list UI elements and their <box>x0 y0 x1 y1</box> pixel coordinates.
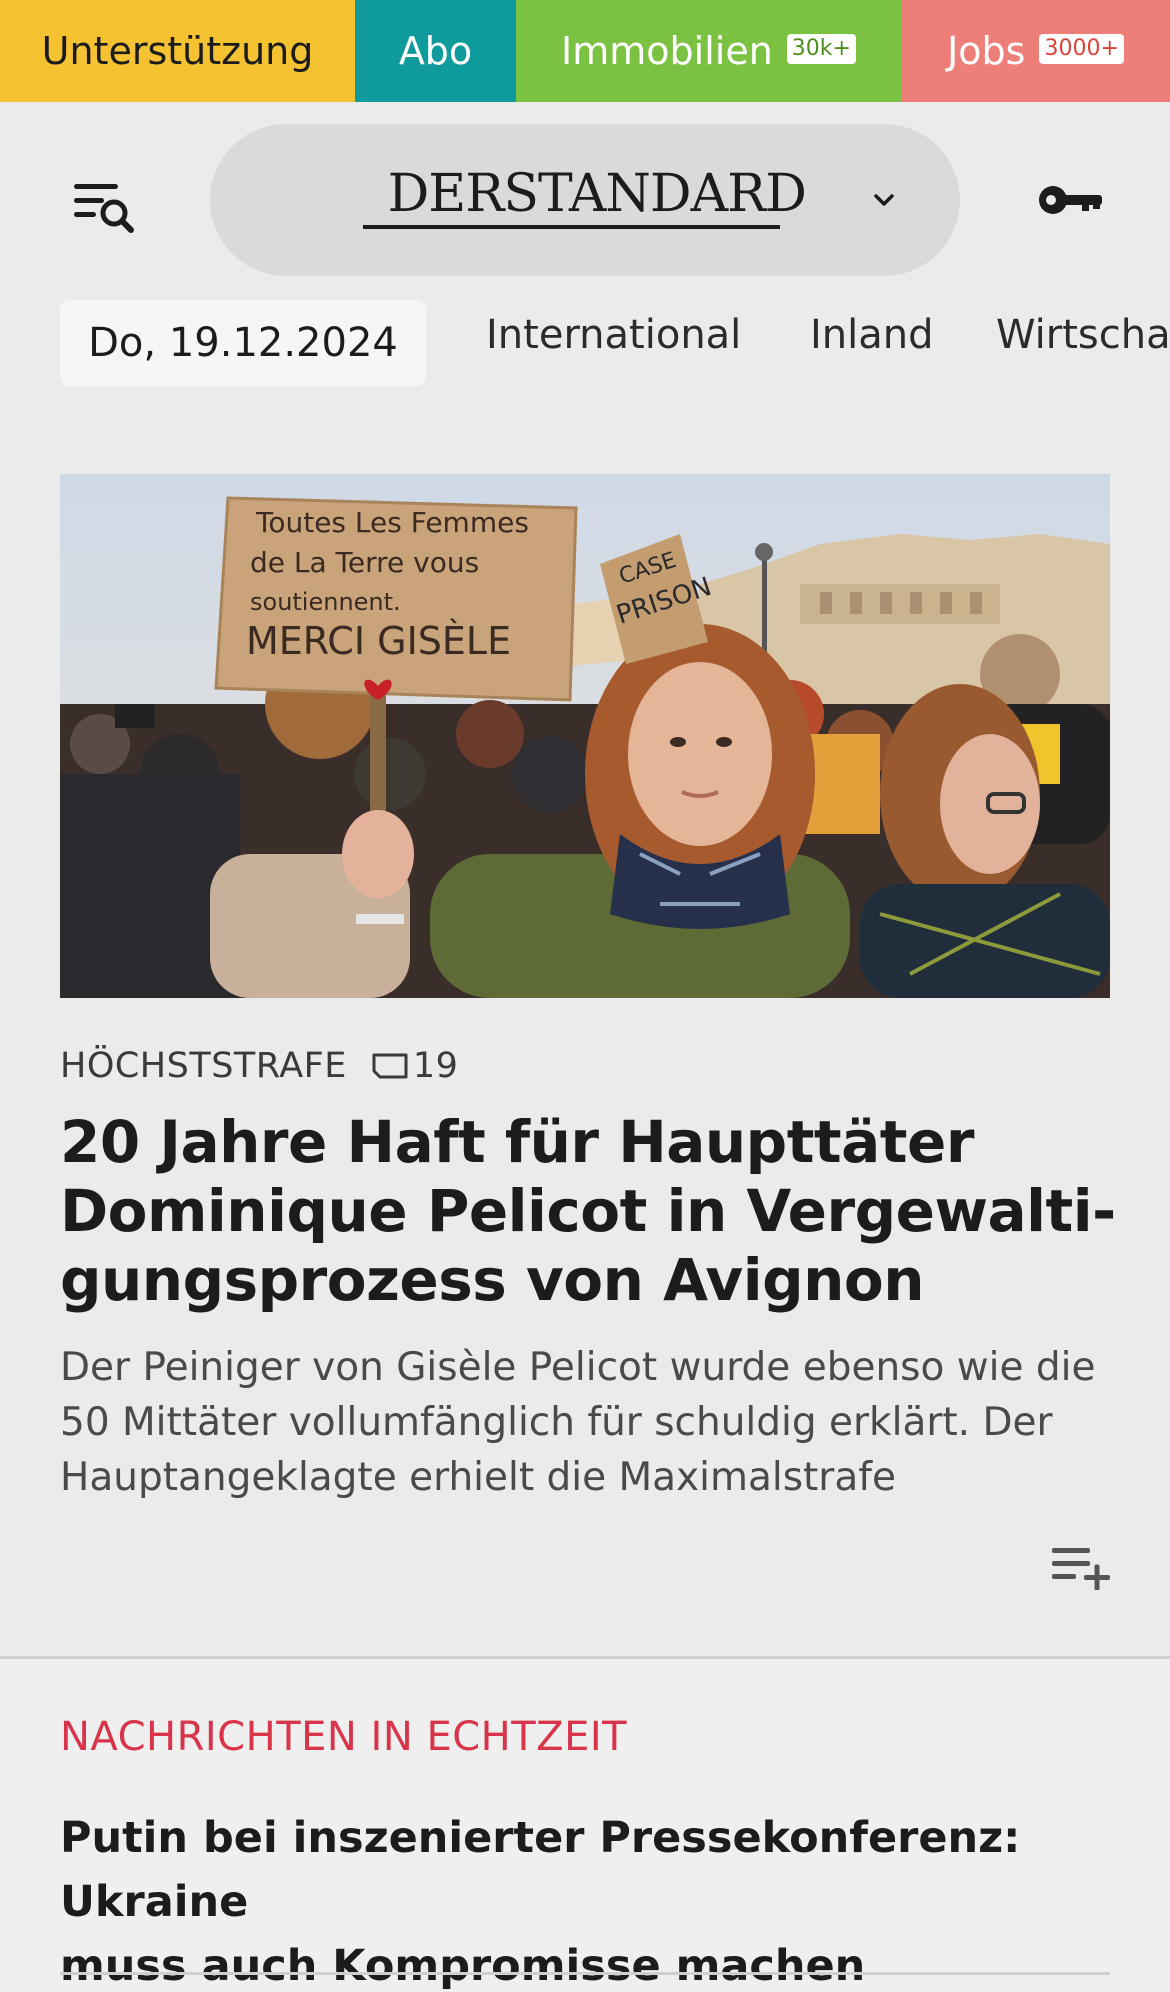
list-divider <box>60 1972 1110 1975</box>
nav-item-wirtschaft[interactable]: Wirtscha <box>996 312 1170 358</box>
sign-line-2: de La Terre vous <box>250 546 479 579</box>
menu-search-icon <box>74 184 134 233</box>
article-headline[interactable]: 20 Jahre Haft für Haupttäter Dominique P… <box>60 1108 1120 1315</box>
headline-line: Dominique Pelicot in Vergewalti- <box>60 1177 1116 1245</box>
jobs-count-badge: 3000+ <box>1039 34 1124 64</box>
article-teaser[interactable]: Der Peiniger von Gisèle Pelicot wurde eb… <box>60 1340 1120 1505</box>
immobilien-link[interactable]: Immobilien 30k+ <box>516 0 901 102</box>
nav-item-inland[interactable]: Inland <box>810 312 934 358</box>
headline-line: 20 Jahre Haft für Haupttäter <box>60 1108 974 1176</box>
sign-line-3: soutiennent. <box>250 588 401 616</box>
headline-line: gungsprozess von Avignon <box>60 1246 925 1314</box>
playlist-add-icon <box>1052 1548 1110 1591</box>
article-kicker-row: HÖCHSTSTRAFE 19 <box>60 1044 458 1088</box>
current-date: Do, 19.12.2024 <box>60 300 426 386</box>
comment-icon[interactable] <box>371 1052 409 1080</box>
immobilien-label: Immobilien <box>561 29 773 73</box>
hero-image[interactable]: Toutes Les Femmes de La Terre vous souti… <box>60 474 1110 998</box>
login-button[interactable] <box>1036 178 1106 222</box>
sign-line-4: MERCI GISÈLE <box>246 619 511 663</box>
logo-edition-switcher[interactable]: DERSTANDARD <box>210 124 960 276</box>
site-logo[interactable]: DERSTANDARD <box>210 164 807 224</box>
jobs-label: Jobs <box>947 29 1026 73</box>
teaser-line: Der Peiniger von Gisèle Pelicot wurde eb… <box>60 1345 1096 1390</box>
immobilien-count-badge: 30k+ <box>786 34 856 64</box>
live-news-label[interactable]: NACHRICHTEN IN ECHTZEIT <box>60 1714 627 1760</box>
abo-label: Abo <box>398 29 473 73</box>
nav-item-international[interactable]: International <box>486 312 741 358</box>
comment-count[interactable]: 19 <box>413 1046 459 1086</box>
add-to-reading-list-button[interactable] <box>1050 1544 1112 1591</box>
live-headline-line: muss auch Kompromisse machen <box>60 1941 866 1991</box>
protest-photo: Toutes Les Femmes de La Terre vous souti… <box>60 474 1110 998</box>
live-headline-line: Putin bei inszenierter Pressekonferenz: … <box>60 1813 1021 1927</box>
live-news-headline[interactable]: Putin bei inszenierter Pressekonferenz: … <box>60 1806 1120 1992</box>
teaser-line: Hauptangeklagte erhielt die Maximalstraf… <box>60 1455 896 1500</box>
logo-underline <box>363 225 780 229</box>
chevron-down-icon[interactable] <box>870 186 898 214</box>
sign-line-1: Toutes Les Femmes <box>255 506 529 539</box>
top-bar: Unterstützung Abo Immobilien 30k+ Jobs 3… <box>0 0 1170 102</box>
key-icon <box>1039 186 1102 214</box>
teaser-line: 50 Mittäter vollumfänglich für schuldig … <box>60 1400 1053 1445</box>
article-kicker: HÖCHSTSTRAFE <box>60 1046 347 1086</box>
abo-link[interactable]: Abo <box>355 0 516 102</box>
support-label: Unterstützung <box>41 29 314 73</box>
support-link[interactable]: Unterstützung <box>0 0 355 102</box>
jobs-link[interactable]: Jobs 3000+ <box>901 0 1170 102</box>
menu-search-button[interactable] <box>70 176 136 242</box>
